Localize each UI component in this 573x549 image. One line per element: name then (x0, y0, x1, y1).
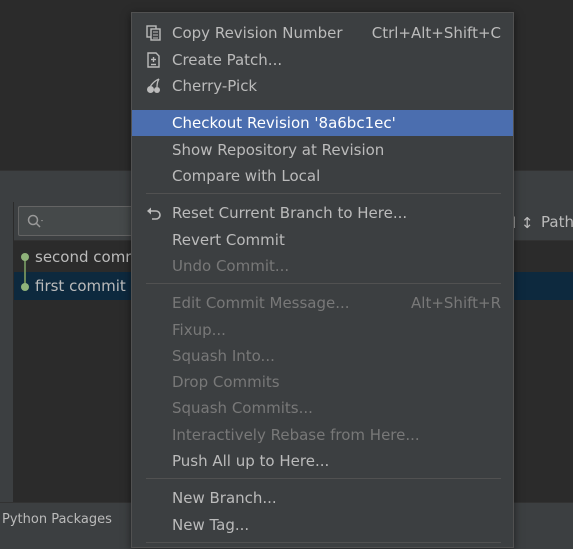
menu-separator (146, 542, 501, 543)
menu-item-revert-commit[interactable]: Revert Commit (132, 227, 513, 253)
menu-item-show-repository[interactable]: Show Repository at Revision (132, 137, 513, 163)
menu-item-new-tag[interactable]: New Tag... (132, 512, 513, 538)
column-sort-toggle[interactable]: l ↕ (512, 214, 534, 232)
menu-separator (146, 193, 501, 194)
menu-item-create-patch[interactable]: Create Patch... (132, 47, 513, 73)
menu-item-squash-commits[interactable]: Squash Commits... (132, 395, 513, 421)
menu-item-interactive-rebase[interactable]: Interactively Rebase from Here... (132, 422, 513, 448)
menu-item-reset-branch[interactable]: Reset Current Branch to Here... (132, 200, 513, 226)
menu-item-new-branch[interactable]: New Branch... (132, 485, 513, 511)
undo-icon (147, 207, 161, 220)
menu-item-push-all[interactable]: Push All up to Here... (132, 448, 513, 474)
menu-item-compare-local[interactable]: Compare with Local (132, 163, 513, 189)
patch-icon (147, 52, 160, 68)
search-icon (27, 214, 43, 228)
commit-context-menu: Copy Revision Number Ctrl+Alt+Shift+C Cr… (131, 12, 514, 548)
menu-item-undo-commit[interactable]: Undo Commit... (132, 253, 513, 279)
copy-icon (146, 25, 161, 41)
menu-item-copy-revision[interactable]: Copy Revision Number Ctrl+Alt+Shift+C (132, 20, 513, 46)
menu-item-cherry-pick[interactable]: Cherry-Pick (132, 73, 513, 99)
cherry-icon (147, 78, 160, 93)
commit-graph-node (21, 253, 29, 261)
commit-message: first commit (35, 277, 126, 295)
tool-window-gutter (0, 202, 14, 502)
menu-item-squash-into[interactable]: Squash Into... (132, 343, 513, 369)
python-packages-tab[interactable]: Python Packages (2, 512, 112, 527)
menu-separator (146, 283, 501, 284)
menu-item-fixup[interactable]: Fixup... (132, 317, 513, 343)
menu-item-drop-commits[interactable]: Drop Commits (132, 369, 513, 395)
menu-separator (146, 478, 501, 479)
menu-item-edit-message[interactable]: Edit Commit Message... Alt+Shift+R (132, 290, 513, 316)
commit-graph-node (21, 283, 29, 291)
menu-item-checkout-revision[interactable]: Checkout Revision '8a6bc1ec' (132, 110, 513, 136)
commit-message: second comm (35, 248, 140, 266)
column-header-path[interactable]: Path (541, 213, 573, 231)
